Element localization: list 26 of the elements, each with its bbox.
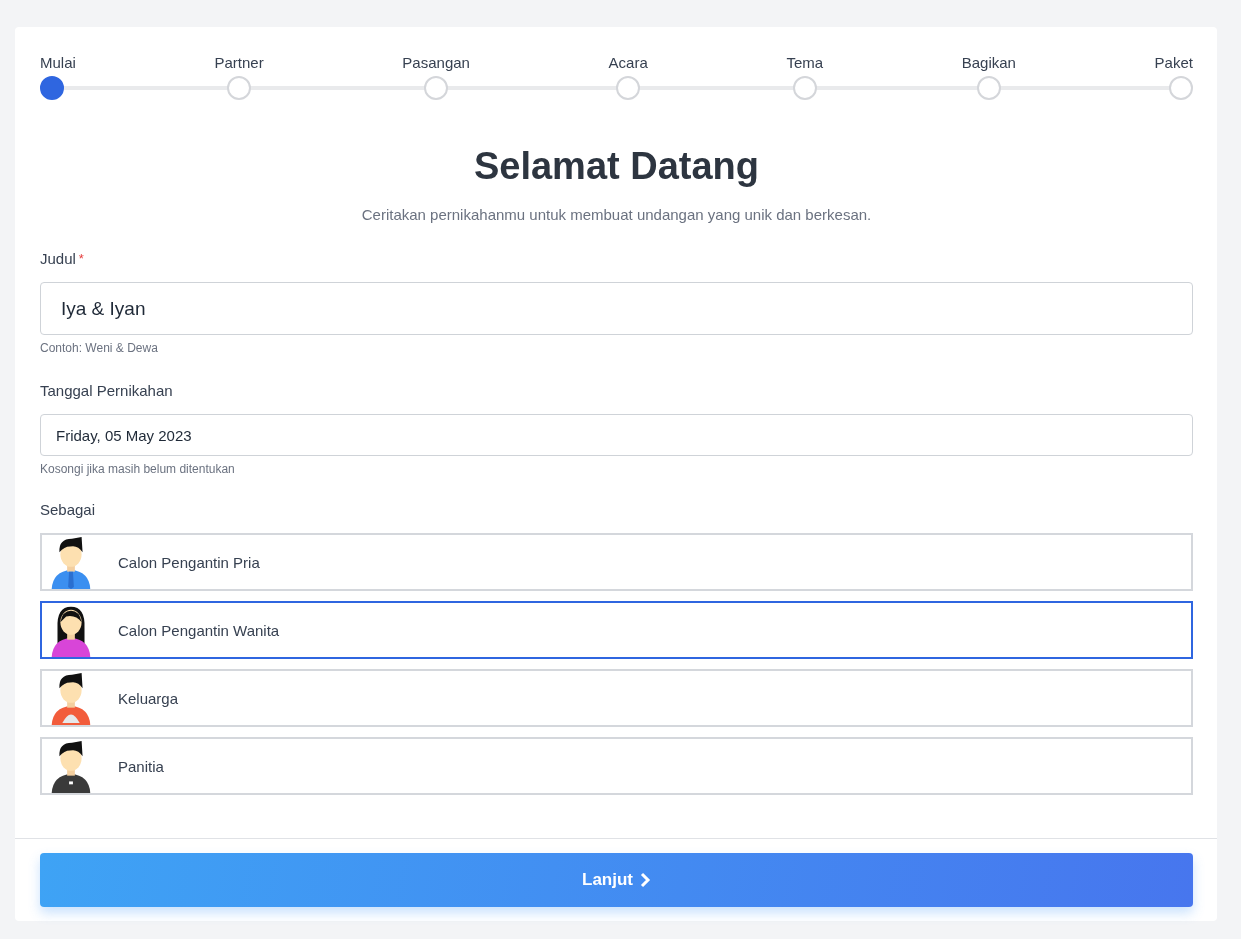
page-title: Selamat Datang <box>472 144 761 189</box>
field-label: Judul <box>40 250 76 267</box>
role-option[interactable]: Panitia <box>40 737 1193 795</box>
field-hint: Kosongi jika masih belum ditentukan <box>40 462 236 476</box>
role-option[interactable]: Keluarga <box>40 669 1193 727</box>
text-field[interactable]: Friday, 05 May 2023 <box>40 414 1193 456</box>
text-field[interactable]: Iya & Iyan <box>40 282 1193 335</box>
step-label: Paket <box>1154 53 1193 73</box>
role-option[interactable]: Calon Pengantin Pria <box>40 533 1193 591</box>
chevron-right-icon <box>639 872 651 888</box>
step-label: Tema <box>786 53 824 73</box>
step-label: Bagikan <box>961 53 1016 73</box>
step-label: Pasangan <box>402 53 470 73</box>
field-label: Sebagai <box>40 500 97 520</box>
field-label: Tanggal Pernikahan <box>40 382 173 399</box>
page-subtitle: Ceritakan pernikahanmu untuk membuat undangan yang unik dan berkesan. <box>360 206 873 223</box>
role-option[interactable]: Calon Pengantin Wanita <box>40 601 1193 659</box>
field-hint: Contoh: Weni & Dewa <box>40 341 159 355</box>
step-label: Mulai <box>40 53 76 73</box>
step-label: Acara <box>608 53 648 73</box>
person-avatar-icon <box>50 671 92 725</box>
step-label: Partner <box>214 53 264 73</box>
person-avatar-icon <box>50 535 92 589</box>
step-dot[interactable] <box>40 76 64 100</box>
required-mark: * <box>78 251 84 266</box>
person-avatar-icon <box>50 739 92 793</box>
